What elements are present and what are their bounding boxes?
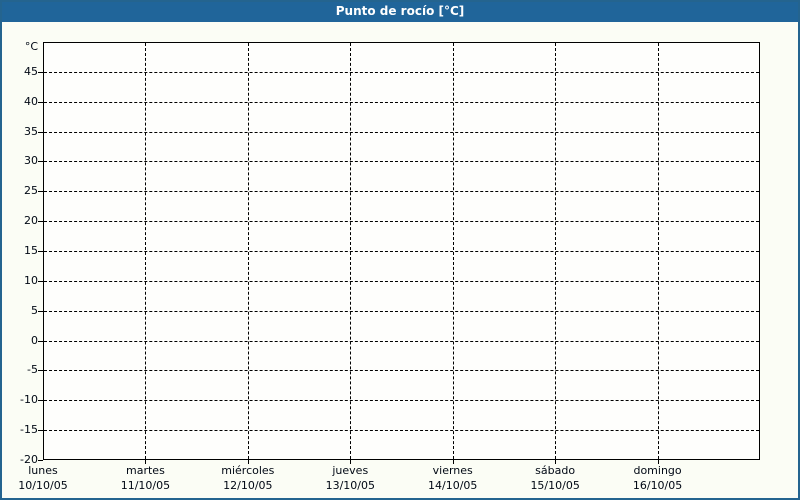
h-gridline xyxy=(44,221,759,222)
y-tick-label: 10 xyxy=(24,274,38,287)
x-day-label: sábado 15/10/05 xyxy=(530,463,579,493)
y-tick-label: 25 xyxy=(24,184,38,197)
v-gridline xyxy=(555,43,556,459)
y-tick-mark xyxy=(38,430,43,431)
y-tick-label: -15 xyxy=(20,423,38,436)
chart-area: Punto de rocío [°C] °C 45 40 35 30 25 20 15 10 5 0… xyxy=(2,2,798,498)
y-tick-mark xyxy=(38,311,43,312)
y-tick-mark xyxy=(38,132,43,133)
h-gridline xyxy=(44,400,759,401)
y-tick-mark xyxy=(38,341,43,342)
y-tick-mark xyxy=(38,400,43,401)
y-tick-label: 5 xyxy=(31,304,38,317)
h-gridline xyxy=(44,430,759,431)
v-gridline xyxy=(453,43,454,459)
x-day-label: lunes 10/10/05 xyxy=(18,463,67,493)
h-gridline xyxy=(44,191,759,192)
h-gridline xyxy=(44,251,759,252)
day-date: 14/10/05 xyxy=(428,479,478,492)
h-gridline xyxy=(44,161,759,162)
day-date: 13/10/05 xyxy=(325,479,375,492)
day-date: 16/10/05 xyxy=(632,479,683,492)
day-name: domingo xyxy=(633,464,682,477)
day-name: miércoles xyxy=(221,464,275,477)
y-tick-mark xyxy=(38,251,43,252)
day-name: martes xyxy=(126,464,165,477)
h-gridline xyxy=(44,311,759,312)
v-gridline xyxy=(350,43,351,459)
y-tick-label: 40 xyxy=(24,95,38,108)
h-gridline xyxy=(44,132,759,133)
y-tick-mark xyxy=(38,102,43,103)
y-tick-mark xyxy=(38,460,43,461)
day-date: 10/10/05 xyxy=(18,479,68,492)
v-gridline xyxy=(658,43,659,459)
chart-title-bar: Punto de rocío [°C] xyxy=(2,2,798,22)
x-day-label: domingo 16/10/05 xyxy=(633,463,682,493)
v-gridline xyxy=(145,43,146,459)
y-tick-mark xyxy=(38,221,43,222)
y-axis-unit-label: °C xyxy=(24,40,38,53)
day-date: 12/10/05 xyxy=(223,479,273,492)
h-gridline xyxy=(44,370,759,371)
h-gridline xyxy=(44,72,759,73)
v-gridline xyxy=(248,43,249,459)
day-name: sábado xyxy=(535,464,576,477)
h-gridline xyxy=(44,341,759,342)
y-tick-mark xyxy=(38,370,43,371)
y-tick-label: 45 xyxy=(24,65,38,78)
x-day-label: viernes 14/10/05 xyxy=(428,463,477,493)
y-tick-label: -5 xyxy=(27,363,38,376)
x-day-label: martes 11/10/05 xyxy=(121,463,170,493)
y-tick-mark xyxy=(38,191,43,192)
y-tick-label: 30 xyxy=(24,154,38,167)
y-tick-label: -10 xyxy=(20,393,38,406)
chart-title: Punto de rocío [°C] xyxy=(335,4,465,18)
y-tick-mark xyxy=(38,161,43,162)
y-tick-label: 35 xyxy=(24,125,38,138)
h-gridline xyxy=(44,102,759,103)
chart-window: Punto de rocío [°C] °C 45 40 35 30 25 20 15 10 5 0… xyxy=(0,0,800,500)
x-day-label: miércoles 12/10/05 xyxy=(221,463,274,493)
x-day-label: jueves 13/10/05 xyxy=(326,463,375,493)
h-gridline xyxy=(44,281,759,282)
day-name: lunes xyxy=(28,464,58,477)
y-tick-label: 15 xyxy=(24,244,38,257)
y-tick-mark xyxy=(38,72,43,73)
y-tick-label: 0 xyxy=(31,334,38,347)
day-name: jueves xyxy=(332,464,369,477)
day-name: viernes xyxy=(432,464,473,477)
day-date: 15/10/05 xyxy=(530,479,580,492)
day-date: 11/10/05 xyxy=(120,479,171,492)
y-tick-mark xyxy=(38,281,43,282)
y-tick-label: 20 xyxy=(24,214,38,227)
